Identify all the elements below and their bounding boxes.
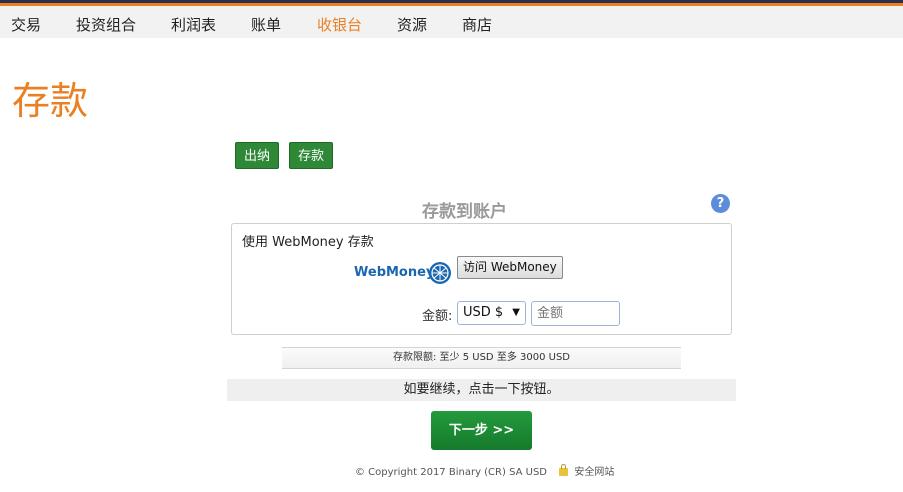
nav-item-portfolio[interactable]: 投资组合 bbox=[76, 14, 136, 35]
webmoney-globe-icon bbox=[429, 262, 451, 284]
amount-input[interactable] bbox=[531, 301, 620, 326]
nav-item-shop[interactable]: 商店 bbox=[462, 14, 492, 35]
amount-label: 金额: bbox=[422, 309, 453, 324]
nav-item-cashier[interactable]: 收银台 bbox=[317, 14, 362, 35]
secure-site-link[interactable]: 安全网站 bbox=[574, 467, 614, 478]
chevron-down-icon: ▼ bbox=[512, 307, 520, 318]
deposit-limits: 存款限额: 至少 5 USD 至多 3000 USD bbox=[282, 347, 681, 369]
nav-item-statement[interactable]: 账单 bbox=[251, 14, 281, 35]
webmoney-panel: 使用 WebMoney 存款 WebMoney 访问 WebMoney 金额: … bbox=[231, 223, 732, 335]
nav-item-trade[interactable]: 交易 bbox=[11, 14, 41, 35]
nav-item-profit-table[interactable]: 利润表 bbox=[171, 14, 216, 35]
question-icon[interactable]: ? bbox=[711, 194, 730, 213]
webmoney-logo: WebMoney bbox=[354, 265, 435, 280]
footer: © Copyright 2017 Binary (CR) SA USD 安全网站 bbox=[355, 463, 614, 478]
lock-icon bbox=[559, 464, 569, 476]
visit-webmoney-button[interactable]: 访问 WebMoney bbox=[457, 256, 563, 279]
page-title: 存款 bbox=[12, 79, 89, 123]
copyright-text: © Copyright 2017 Binary (CR) SA USD bbox=[355, 467, 547, 478]
withdraw-tab-button[interactable]: 出纳 bbox=[235, 142, 280, 169]
nav-item-resources[interactable]: 资源 bbox=[397, 14, 427, 35]
currency-select[interactable]: USD $ ▼ bbox=[457, 301, 526, 325]
next-button[interactable]: 下一步 >> bbox=[431, 411, 532, 450]
section-title: 存款到账户 bbox=[422, 202, 507, 222]
currency-value: USD $ bbox=[463, 305, 504, 320]
continue-instruction: 如要继续，点击一下按钮。 bbox=[227, 379, 736, 401]
deposit-tab-button[interactable]: 存款 bbox=[289, 142, 334, 169]
panel-heading: 使用 WebMoney 存款 bbox=[242, 235, 374, 250]
main-nav: 交易 投资组合 利润表 账单 收银台 资源 商店 bbox=[0, 6, 903, 38]
